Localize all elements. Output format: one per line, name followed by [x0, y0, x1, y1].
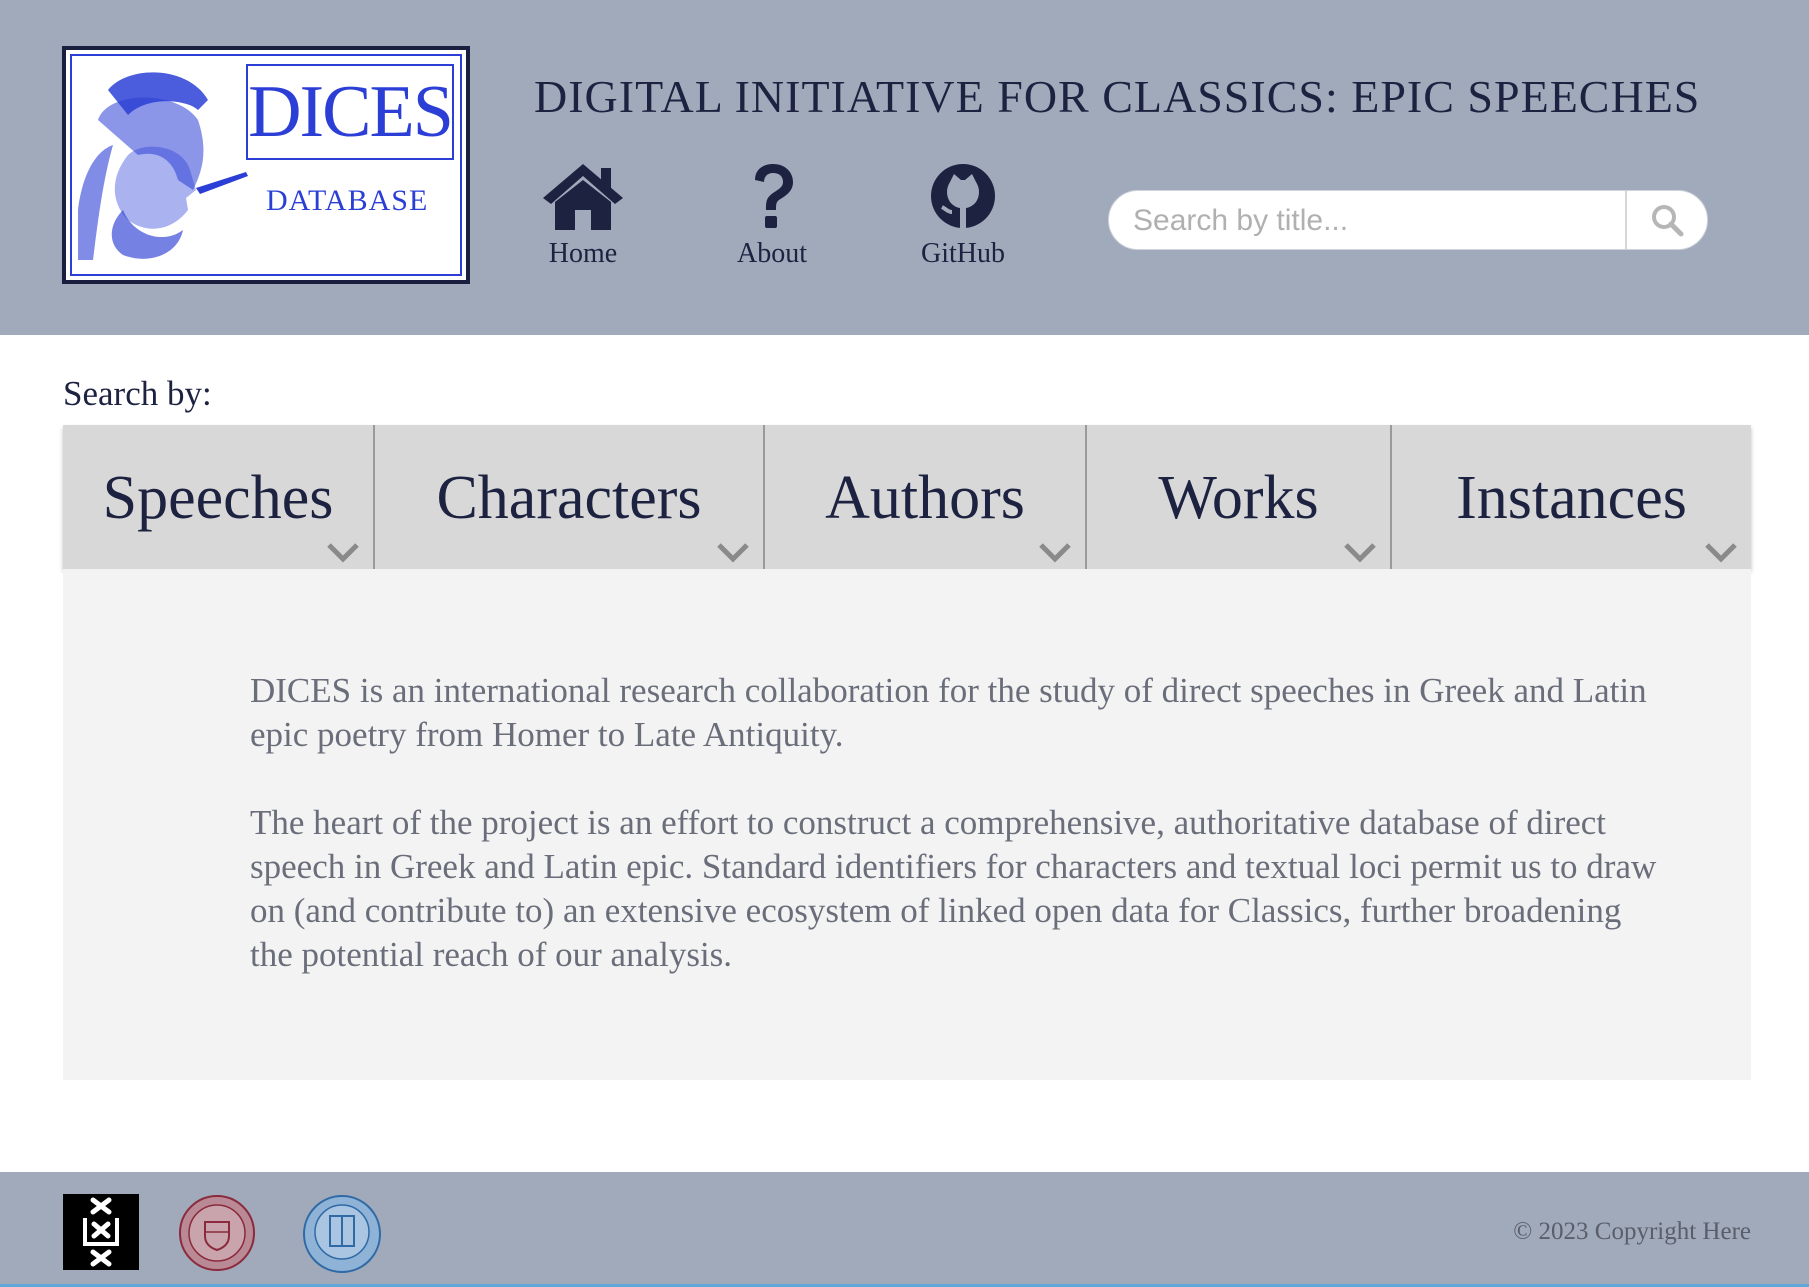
chevron-down-icon [327, 543, 359, 563]
intro-paragraph: DICES is an international research colla… [250, 671, 1647, 754]
chevron-down-icon [717, 543, 749, 563]
site-footer: © 2023 Copyright Here [0, 1172, 1809, 1287]
nav-github[interactable]: GitHub [893, 162, 1033, 270]
tab-authors[interactable]: Authors [765, 425, 1087, 569]
nav-github-label: GitHub [921, 238, 1005, 269]
tab-characters[interactable]: Characters [375, 425, 765, 569]
chevron-down-icon [1039, 543, 1071, 563]
logo-subtitle: DATABASE [266, 184, 429, 217]
search-icon [1652, 205, 1684, 237]
nav-home[interactable]: Home [513, 162, 653, 270]
logo-title: DICES [248, 71, 454, 153]
site-header: DICES DATABASE DIGITAL INITIATIVE FOR CL… [0, 0, 1809, 335]
github-icon [931, 164, 995, 228]
search-bar [1108, 190, 1708, 251]
dices-logo[interactable]: DICES DATABASE [62, 46, 470, 284]
logo-speech-bubble: DICES [246, 64, 454, 160]
search-tabs: Speeches Characters Authors Works Instan… [63, 425, 1751, 569]
tab-instances[interactable]: Instances [1392, 425, 1751, 569]
home-icon [543, 164, 623, 230]
chevron-down-icon [1705, 543, 1737, 563]
question-mark-icon [755, 164, 793, 228]
tab-characters-label: Characters [436, 464, 702, 532]
nav-about-label: About [737, 238, 807, 269]
homer-portrait-icon [78, 72, 248, 260]
nav-home-label: Home [548, 238, 618, 269]
site-title: DIGITAL INITIATIVE FOR CLASSICS: EPIC SP… [534, 71, 1701, 122]
project-paragraph: The heart of the project is an effort to… [250, 803, 1657, 974]
tab-works-label: Works [1158, 464, 1319, 532]
search-input[interactable] [1131, 191, 1635, 251]
chevron-down-icon [1344, 543, 1376, 563]
search-button[interactable] [1625, 191, 1707, 249]
copyright-text: © 2023 Copyright Here [1513, 1218, 1751, 1245]
search-by-label: Search by: [63, 374, 212, 413]
nav-about[interactable]: About [702, 162, 842, 270]
tab-instances-label: Instances [1456, 464, 1687, 532]
university-amsterdam-logo[interactable] [63, 1194, 139, 1270]
tab-authors-label: Authors [825, 464, 1025, 532]
tab-speeches-label: Speeches [102, 464, 334, 532]
intro-panel: DICES is an international research colla… [63, 569, 1751, 1080]
tab-works[interactable]: Works [1087, 425, 1392, 569]
tab-speeches[interactable]: Speeches [63, 425, 375, 569]
university-seal-red[interactable] [178, 1194, 256, 1272]
university-seal-blue[interactable] [302, 1194, 382, 1274]
